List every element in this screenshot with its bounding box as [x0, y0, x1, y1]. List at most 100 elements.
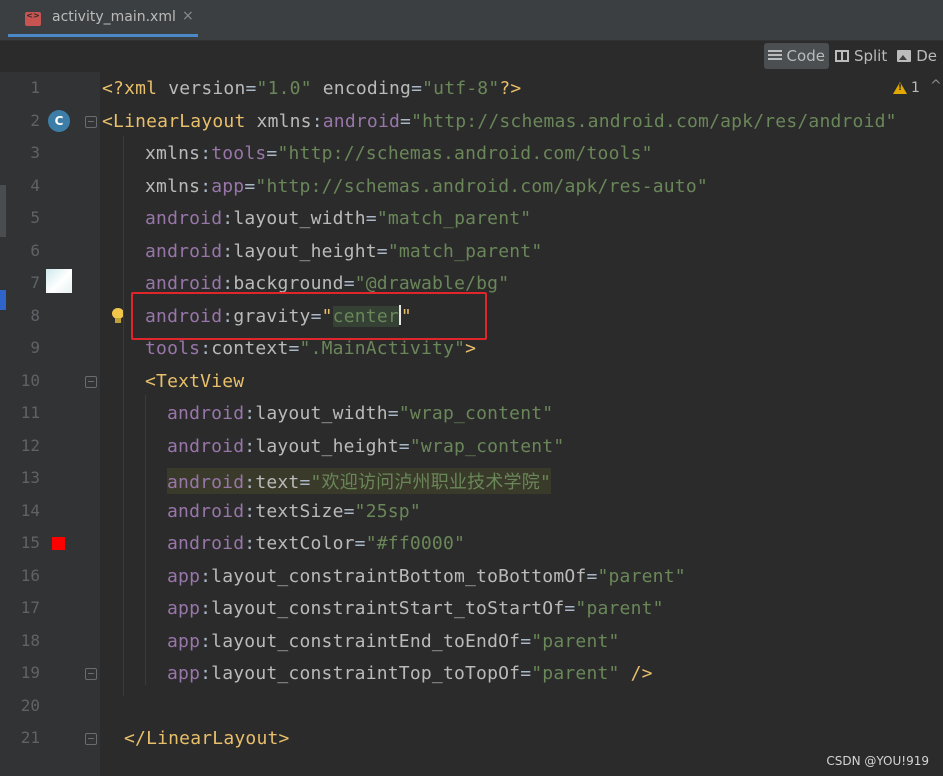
code-token: layout_constraintBottom_toBottomOf [211, 565, 587, 587]
code-line[interactable]: 13 android:text="欢迎访问泸州职业技术学院" [0, 464, 943, 496]
code-token: "parent" [531, 663, 620, 684]
tab-activity-main[interactable]: activity_main.xml × [8, 3, 198, 37]
fold-icon[interactable] [85, 375, 97, 388]
code-line[interactable]: 10 <TextView [0, 367, 943, 399]
code-token: = [365, 208, 377, 229]
code-token: : [200, 143, 212, 164]
line-number[interactable]: 17 [12, 598, 40, 617]
code-token: layout_width [233, 208, 366, 229]
code-token: : [244, 403, 256, 424]
code-token: android [167, 533, 245, 554]
code-token: : [244, 435, 256, 457]
line-number[interactable]: 19 [12, 663, 40, 682]
code-text: <TextView [145, 371, 244, 392]
code-token: text [255, 472, 300, 493]
code-token: encoding [311, 78, 412, 99]
code-token: : [200, 338, 212, 359]
line-number[interactable]: 12 [12, 436, 40, 455]
code-line[interactable]: 11 android:layout_width="wrap_content" [0, 399, 943, 431]
code-token: "http://schemas.android.com/apk/res/andr… [411, 110, 897, 132]
code-token: : [244, 472, 256, 493]
line-number[interactable]: 6 [12, 241, 40, 260]
line-number[interactable]: 14 [12, 501, 40, 520]
design-view-icon [897, 50, 912, 62]
line-number[interactable]: 2 [12, 111, 40, 130]
watermark: CSDN @YOU!919 [826, 754, 929, 768]
line-number[interactable]: 5 [12, 208, 40, 227]
code-token: android [167, 500, 245, 522]
code-token: = [520, 663, 532, 684]
code-line[interactable]: 14 android:textSize="25sp" [0, 497, 943, 529]
code-token: <TextView [145, 370, 245, 392]
code-text: app:layout_constraintBottom_toBottomOf="… [167, 566, 686, 587]
line-number[interactable]: 16 [12, 566, 40, 585]
design-mode-label: De [916, 47, 937, 65]
code-line[interactable]: 5 android:layout_width="match_parent" [0, 204, 943, 236]
class-reference-icon[interactable]: C [48, 109, 70, 132]
line-number[interactable]: 11 [12, 403, 40, 422]
code-line[interactable]: 2 <LinearLayout xmlns:android="http://sch… [0, 107, 943, 139]
code-token: android [167, 403, 245, 424]
code-text: app:layout_constraintStart_toStartOf="pa… [167, 598, 664, 619]
color-swatch-icon[interactable] [52, 537, 65, 550]
line-number[interactable]: 8 [12, 306, 40, 325]
code-text: android:textSize="25sp" [167, 501, 421, 522]
line-number[interactable]: 3 [12, 143, 40, 162]
code-token: : [311, 110, 323, 132]
code-token: layout_width [255, 403, 388, 424]
line-number[interactable]: 21 [12, 728, 40, 747]
line-number[interactable]: 13 [12, 468, 40, 487]
code-token: tools [145, 338, 201, 359]
code-token: "#ff0000" [365, 533, 466, 554]
line-number[interactable]: 18 [12, 631, 40, 650]
design-mode-button[interactable]: De [893, 43, 941, 69]
code-line[interactable]: 20 [0, 692, 943, 724]
line-number[interactable]: 15 [12, 533, 40, 552]
fold-icon[interactable] [85, 733, 97, 745]
close-icon[interactable]: × [182, 8, 194, 24]
code-line[interactable]: 3 xmlns:tools="http://schemas.android.com… [0, 139, 943, 171]
code-token: "match_parent" [387, 240, 543, 262]
split-mode-button[interactable]: Split [831, 43, 891, 69]
line-number[interactable]: 7 [12, 273, 40, 292]
code-token: "http://schemas.android.com/tools" [277, 143, 653, 164]
code-text: app:layout_constraintEnd_toEndOf="parent… [167, 631, 620, 652]
code-token: "http://schemas.android.com/apk/res-auto… [255, 175, 708, 197]
code-line[interactable]: 1 <?xml version="1.0" encoding="utf-8"?> [0, 74, 943, 106]
code-token: /> [619, 663, 653, 684]
code-token: > [465, 338, 477, 359]
code-line[interactable]: 12 android:layout_height="wrap_content" [0, 432, 943, 464]
code-token: "utf-8" [422, 78, 500, 99]
code-line[interactable]: 18 app:layout_constraintEnd_toEndOf="pare… [0, 627, 943, 659]
code-line[interactable]: 15 android:textColor="#ff0000" [0, 529, 943, 561]
line-number[interactable]: 20 [12, 696, 40, 715]
code-token: = [244, 175, 256, 197]
code-token: android [145, 240, 223, 262]
code-token: app [167, 598, 201, 619]
highlight-annotation-box [131, 292, 487, 340]
code-line[interactable]: 4 xmlns:app="http://schemas.android.com/a… [0, 172, 943, 204]
code-token: = [343, 273, 355, 294]
code-token: "parent" [575, 598, 664, 619]
code-line[interactable]: 6 android:layout_height="match_parent" [0, 237, 943, 269]
line-number[interactable]: 9 [12, 338, 40, 357]
view-mode-toolbar: Code Split De [763, 43, 943, 69]
code-line[interactable]: 21 </LinearLayout> [0, 724, 943, 756]
code-line[interactable]: 16 app:layout_constraintBottom_toBottomOf… [0, 562, 943, 594]
line-number[interactable]: 10 [12, 371, 40, 390]
line-number[interactable]: 4 [12, 176, 40, 195]
code-token: "match_parent" [376, 208, 532, 229]
line-number[interactable]: 1 [12, 78, 40, 97]
code-token: = [520, 630, 532, 652]
editor-tab-bar: activity_main.xml × [0, 0, 943, 41]
code-text: <LinearLayout xmlns:android="http://sche… [102, 111, 897, 132]
code-line[interactable]: 19 app:layout_constraintTop_toTopOf="pare… [0, 659, 943, 691]
code-mode-button[interactable]: Code [763, 43, 829, 69]
code-token: "parent" [531, 630, 620, 652]
drawable-preview-icon[interactable] [46, 269, 72, 293]
fold-icon[interactable] [85, 668, 97, 680]
fold-icon[interactable] [85, 115, 97, 128]
code-token: = [376, 240, 388, 262]
code-line[interactable]: 17 app:layout_constraintStart_toStartOf="… [0, 594, 943, 626]
code-token: app [167, 630, 201, 652]
